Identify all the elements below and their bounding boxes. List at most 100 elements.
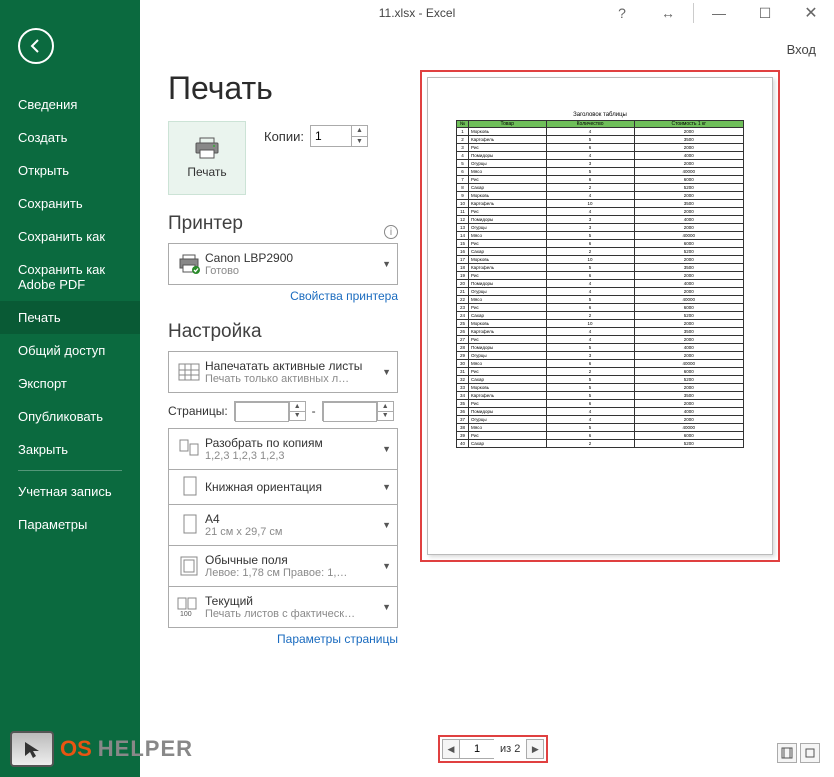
setup-dropdown-1[interactable]: Разобрать по копиям1,2,3 1,2,3 1,2,3▼ bbox=[168, 428, 398, 470]
copies-input[interactable] bbox=[311, 126, 351, 146]
table-row: 19Рис62000 bbox=[457, 272, 744, 280]
nav-item-4[interactable]: Сохранить как bbox=[0, 220, 140, 253]
printer-status-icon bbox=[175, 254, 205, 274]
page-navigator: ◀ из 2 ▶ bbox=[438, 735, 548, 763]
setup-icon-3 bbox=[175, 512, 205, 538]
nav-item-1[interactable]: Создать bbox=[0, 121, 140, 154]
logo-cursor-icon bbox=[10, 731, 54, 767]
nav-item-5[interactable]: Сохранить как Adobe PDF bbox=[0, 253, 140, 301]
arrow-left-icon bbox=[27, 37, 45, 55]
preview-table: №ТоварКоличествоСтоимость 1 кг 1Морковь4… bbox=[456, 120, 744, 448]
table-row: 34Картофель53500 bbox=[457, 392, 744, 400]
table-row: 27Рис42000 bbox=[457, 336, 744, 344]
table-row: 10Картофель103500 bbox=[457, 200, 744, 208]
setup-icon-2 bbox=[175, 474, 205, 500]
chevron-down-icon: ▼ bbox=[382, 561, 391, 571]
nav-separator bbox=[18, 470, 122, 471]
table-row: 8Сахар25200 bbox=[457, 184, 744, 192]
nav-item-2[interactable]: Открыть bbox=[0, 154, 140, 187]
show-margins-button[interactable] bbox=[777, 743, 797, 763]
page-setup-link[interactable]: Параметры страницы bbox=[168, 632, 398, 646]
table-row: 14Мясо540000 bbox=[457, 232, 744, 240]
table-row: 5Огурцы32000 bbox=[457, 160, 744, 168]
page-total-label: из 2 bbox=[494, 743, 526, 755]
nav-item-10[interactable]: Закрыть bbox=[0, 433, 140, 466]
setup-dropdown-0[interactable]: Напечатать активные листыПечать только а… bbox=[168, 351, 398, 393]
nav-list: СведенияСоздатьОткрытьСохранитьСохранить… bbox=[0, 88, 140, 541]
setup-dropdown-2[interactable]: Книжная ориентация▼ bbox=[168, 469, 398, 505]
chevron-down-icon: ▼ bbox=[382, 367, 391, 377]
copies-down[interactable]: ▼ bbox=[352, 137, 367, 147]
setup-dropdown-5[interactable]: 100ТекущийПечать листов с фактическ…▼ bbox=[168, 586, 398, 628]
printer-dropdown[interactable]: Canon LBP2900 Готово ▼ bbox=[168, 243, 398, 285]
backstage-sidebar: СведенияСоздатьОткрытьСохранитьСохранить… bbox=[0, 0, 140, 777]
table-row: 23Рис66000 bbox=[457, 304, 744, 312]
pages-to[interactable]: ▲▼ bbox=[322, 401, 394, 421]
info-icon[interactable]: i bbox=[384, 225, 398, 239]
table-row: 38Мясо540000 bbox=[457, 424, 744, 432]
setup-icon-4 bbox=[175, 555, 205, 577]
chevron-down-icon: ▼ bbox=[382, 520, 391, 530]
page-title: Печать bbox=[168, 70, 398, 107]
setup-dropdown-3[interactable]: A421 см x 29,7 см▼ bbox=[168, 504, 398, 546]
table-row: 15Рис66000 bbox=[457, 240, 744, 248]
setup-dropdown-4[interactable]: Обычные поляЛевое: 1,78 см Правое: 1,…▼ bbox=[168, 545, 398, 587]
table-row: 32Сахар55200 bbox=[457, 376, 744, 384]
copies-label: Копии: bbox=[264, 129, 304, 144]
pages-from-input[interactable] bbox=[235, 402, 289, 422]
printer-section-title: Принтер bbox=[168, 213, 243, 235]
table-row: 12Помидоры34000 bbox=[457, 216, 744, 224]
table-row: 16Сахар25200 bbox=[457, 248, 744, 256]
table-row: 37Огурцы42000 bbox=[457, 416, 744, 424]
next-page-button[interactable]: ▶ bbox=[526, 739, 544, 759]
table-row: 13Огурцы32000 bbox=[457, 224, 744, 232]
zoom-to-page-button[interactable] bbox=[800, 743, 820, 763]
table-row: 30Мясо640000 bbox=[457, 360, 744, 368]
print-settings-column: Печать Печать Копии: ▲ ▼ Принтер i bbox=[140, 0, 408, 777]
printer-properties-link[interactable]: Свойства принтера bbox=[168, 289, 398, 303]
table-row: 3Рис62000 bbox=[457, 144, 744, 152]
table-row: 1Морковь42000 bbox=[457, 128, 744, 136]
nav-item-8[interactable]: Экспорт bbox=[0, 367, 140, 400]
nav-item-6[interactable]: Печать bbox=[0, 301, 140, 334]
printer-name: Canon LBP2900 bbox=[205, 251, 378, 265]
prev-page-button[interactable]: ◀ bbox=[442, 739, 460, 759]
table-row: 21Огурцы42000 bbox=[457, 288, 744, 296]
table-row: 31Рис26000 bbox=[457, 368, 744, 376]
nav-item-9[interactable]: Опубликовать bbox=[0, 400, 140, 433]
table-row: 29Огурцы32000 bbox=[457, 352, 744, 360]
print-button-label: Печать bbox=[187, 165, 226, 179]
back-button[interactable] bbox=[18, 28, 54, 64]
svg-text:100: 100 bbox=[180, 611, 192, 618]
table-row: 39Рис66000 bbox=[457, 432, 744, 440]
table-row: 36Помидоры44000 bbox=[457, 408, 744, 416]
pages-from[interactable]: ▲▼ bbox=[234, 401, 306, 421]
table-row: 6Мясо540000 bbox=[457, 168, 744, 176]
table-row: 26Картофель43500 bbox=[457, 328, 744, 336]
table-row: 25Морковь102000 bbox=[457, 320, 744, 328]
table-row: 35Рис62000 bbox=[457, 400, 744, 408]
nav-footer-1[interactable]: Параметры bbox=[0, 508, 140, 541]
table-row: 4Помидоры44000 bbox=[457, 152, 744, 160]
table-row: 2Картофель53500 bbox=[457, 136, 744, 144]
nav-footer-0[interactable]: Учетная запись bbox=[0, 475, 140, 508]
page-number-input[interactable] bbox=[460, 739, 494, 759]
table-row: 11Рис42000 bbox=[457, 208, 744, 216]
chevron-down-icon: ▼ bbox=[382, 259, 391, 269]
print-button[interactable]: Печать bbox=[168, 121, 246, 195]
table-row: 22Мясо540000 bbox=[457, 296, 744, 304]
chevron-down-icon: ▼ bbox=[382, 602, 391, 612]
table-row: 18Картофель53500 bbox=[457, 264, 744, 272]
watermark-logo: OS HELPER bbox=[10, 731, 193, 767]
pages-label: Страницы: bbox=[168, 404, 228, 418]
nav-item-7[interactable]: Общий доступ bbox=[0, 334, 140, 367]
table-row: 17Морковь102000 bbox=[457, 256, 744, 264]
copies-up[interactable]: ▲ bbox=[352, 126, 367, 137]
table-row: 9Морковь42000 bbox=[457, 192, 744, 200]
copies-spinner[interactable]: ▲ ▼ bbox=[310, 125, 368, 147]
table-row: 33Морковь52000 bbox=[457, 384, 744, 392]
table-row: 7Рис66000 bbox=[457, 176, 744, 184]
nav-item-0[interactable]: Сведения bbox=[0, 88, 140, 121]
nav-item-3[interactable]: Сохранить bbox=[0, 187, 140, 220]
pages-to-input[interactable] bbox=[323, 402, 377, 422]
